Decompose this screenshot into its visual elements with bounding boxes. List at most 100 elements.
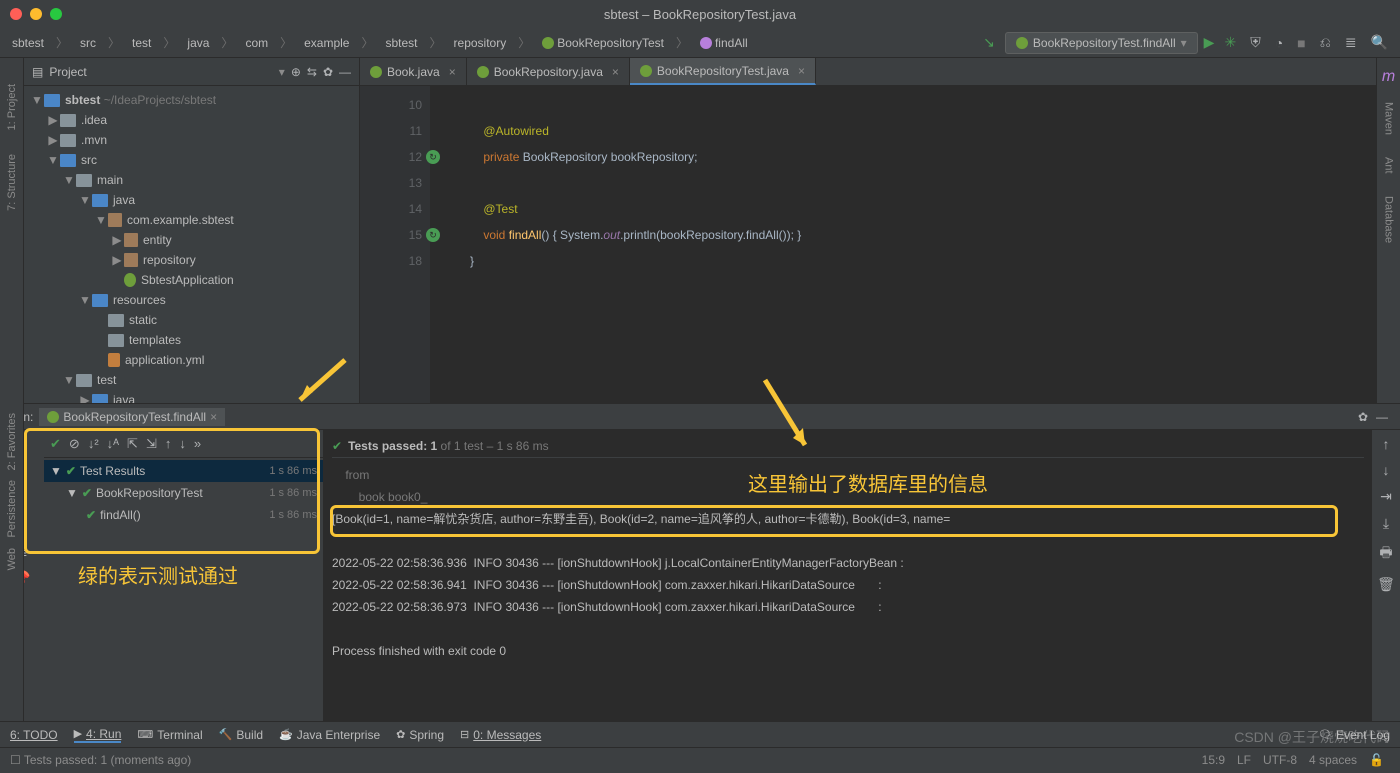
tool-persistence[interactable]: Persistence <box>6 480 18 537</box>
print-icon[interactable]: 🖶 <box>1379 542 1392 566</box>
tool-jee[interactable]: ☕ Java Enterprise <box>279 728 380 742</box>
tool-maven[interactable]: Maven <box>1381 96 1397 141</box>
test-tree-pane: ✔ ⊘ ↓² ↓ᴬ ⇱ ⇲ ↑ ↓ » ▼ ✔ Test Results1 s … <box>44 430 324 721</box>
gutter-icon[interactable]: ↻ <box>426 150 440 164</box>
tool-build[interactable]: 🔨 Build <box>219 728 263 742</box>
status-message: Tests passed: 1 (moments ago) <box>24 753 191 767</box>
tool-todo[interactable]: 6: TODO <box>10 728 58 742</box>
locate-icon[interactable]: ⊕ <box>291 65 301 79</box>
left-tool-strip: 1: Project 7: Structure <box>0 58 24 403</box>
show-passed-icon[interactable]: ✔ <box>50 436 61 452</box>
expand-icon[interactable]: ⇱ <box>127 436 138 452</box>
event-log[interactable]: 🗨 Event Log <box>1318 728 1390 742</box>
tab-bookrepository[interactable]: BookRepository.java× <box>467 58 630 85</box>
run-header: Run: BookRepositoryTest.findAll× ✿ — <box>0 404 1400 430</box>
search-button[interactable]: 🔍 <box>1367 32 1392 53</box>
crumb[interactable]: sbtest <box>8 34 48 52</box>
project-tree[interactable]: ▼sbtest ~/IdeaProjects/sbtest ▶.idea ▶.m… <box>24 86 359 403</box>
breadcrumb[interactable]: sbtest〉 src〉 test〉 java〉 com〉 example〉 s… <box>8 32 752 53</box>
prev-icon[interactable]: ↑ <box>165 436 172 451</box>
scroll-end-icon[interactable]: ⤓ <box>1383 515 1389 532</box>
run-button[interactable]: ▶ <box>1204 34 1215 51</box>
tool-messages[interactable]: ⊟ 0: Messages <box>460 728 541 742</box>
titlebar: sbtest – BookRepositoryTest.java <box>0 0 1400 28</box>
vcs-button[interactable]: ⎌ <box>1316 32 1335 53</box>
left-lower-strip: 2: Favorites Persistence Web <box>0 403 24 721</box>
right-tool-strip: m Maven Ant Database <box>1376 58 1400 403</box>
tab-bookrepositorytest[interactable]: BookRepositoryTest.java× <box>630 58 816 85</box>
profile-button[interactable]: ◔ <box>1271 33 1287 53</box>
wrap-icon[interactable]: ⇥ <box>1380 488 1392 505</box>
crumb[interactable]: example <box>300 34 353 52</box>
test-class[interactable]: ▼ ✔ BookRepositoryTest1 s 86 ms <box>44 482 323 504</box>
tool-structure[interactable]: 7: Structure <box>4 148 20 217</box>
test-results-root[interactable]: ▼ ✔ Test Results1 s 86 ms <box>44 460 323 482</box>
tool-database[interactable]: Database <box>1381 190 1397 249</box>
tool-web[interactable]: Web <box>6 548 18 570</box>
sort-icon[interactable]: ↓² <box>88 436 99 451</box>
tab-book[interactable]: Book.java× <box>360 58 467 85</box>
next-icon[interactable]: ↓ <box>179 436 186 451</box>
sort-icon[interactable]: ↓ᴬ <box>107 436 119 451</box>
crumb[interactable]: sbtest <box>382 34 422 52</box>
clear-icon[interactable]: 🗑 <box>1377 576 1395 593</box>
close-window[interactable] <box>10 8 22 20</box>
tool-project[interactable]: 1: Project <box>4 78 20 136</box>
hide-icon[interactable]: — <box>1372 410 1392 424</box>
tool-ant[interactable]: Ant <box>1381 151 1397 180</box>
maximize-window[interactable] <box>50 8 62 20</box>
up-icon[interactable]: ↑ <box>1383 436 1390 452</box>
line-sep[interactable]: LF <box>1231 753 1257 767</box>
close-icon[interactable]: × <box>210 410 217 424</box>
crumb[interactable]: src <box>76 34 100 52</box>
console-pane: ✔Tests passed: 1 of 1 test – 1 s 86 ms f… <box>324 430 1400 721</box>
crumb-method[interactable]: findAll <box>696 34 752 52</box>
crumb[interactable]: com <box>241 34 272 52</box>
down-icon[interactable]: ↓ <box>1383 462 1390 478</box>
crumb[interactable]: java <box>183 34 213 52</box>
editor-tabs: Book.java× BookRepository.java× BookRepo… <box>360 58 1400 86</box>
more-icon[interactable]: » <box>194 436 201 451</box>
test-tree[interactable]: ▼ ✔ Test Results1 s 86 ms ▼ ✔ BookReposi… <box>44 458 323 721</box>
tool-run[interactable]: ▶ 4: Run <box>74 727 122 743</box>
stop-button[interactable]: ■ <box>1293 33 1309 53</box>
coverage-button[interactable]: ⛨ <box>1246 32 1265 53</box>
code-body[interactable]: @Autowired private BookRepository bookRe… <box>430 86 1400 403</box>
navbar: sbtest〉 src〉 test〉 java〉 com〉 example〉 s… <box>0 28 1400 58</box>
debug-button[interactable]: ✳ <box>1220 32 1240 53</box>
close-icon[interactable]: × <box>798 64 805 78</box>
settings-icon[interactable]: ✿ <box>323 65 333 79</box>
code-area[interactable]: 10 11 12↻ 13 14 15↻ 18 @Autowired privat… <box>360 86 1400 403</box>
window-controls <box>10 8 62 20</box>
structure-button[interactable]: ≣ <box>1341 32 1361 53</box>
close-icon[interactable]: × <box>449 65 456 79</box>
crumb-class[interactable]: BookRepositoryTest <box>538 34 668 52</box>
encoding[interactable]: UTF-8 <box>1257 753 1303 767</box>
tool-spring[interactable]: ✿ Spring <box>396 728 444 742</box>
tool-terminal[interactable]: ⌨ Terminal <box>137 728 202 742</box>
collapse-icon[interactable]: ⇲ <box>146 436 157 452</box>
run-tab[interactable]: BookRepositoryTest.findAll× <box>39 408 225 426</box>
run-controls: ↘ BookRepositoryTest.findAll ▾ ▶ ✳ ⛨ ◔ ■… <box>979 32 1392 54</box>
minimize-window[interactable] <box>30 8 42 20</box>
back-icon[interactable]: ↘ <box>979 32 999 53</box>
gear-icon[interactable]: ✿ <box>1354 410 1372 424</box>
close-icon[interactable]: × <box>612 65 619 79</box>
expand-icon[interactable]: ⇆ <box>307 65 317 79</box>
show-ignored-icon[interactable]: ⊘ <box>69 436 80 452</box>
maven-icon[interactable]: m <box>1382 68 1395 86</box>
run-gutter-icon[interactable]: ↻ <box>426 228 440 242</box>
crumb[interactable]: repository <box>450 34 511 52</box>
indent[interactable]: 4 spaces <box>1303 753 1363 767</box>
crumb[interactable]: test <box>128 34 155 52</box>
test-status: ✔Tests passed: 1 of 1 test – 1 s 86 ms <box>332 434 1364 458</box>
tool-favorites[interactable]: 2: Favorites <box>6 413 18 470</box>
caret-pos[interactable]: 15:9 <box>1196 753 1231 767</box>
test-method[interactable]: ✔ findAll()1 s 86 ms <box>44 504 323 526</box>
console[interactable]: ✔Tests passed: 1 of 1 test – 1 s 86 ms f… <box>324 430 1372 721</box>
run-config-select[interactable]: BookRepositoryTest.findAll ▾ <box>1005 32 1198 54</box>
project-pane: ▤ Project ▾ ⊕ ⇆ ✿ — ▼sbtest ~/IdeaProjec… <box>24 58 360 403</box>
project-icon: ▤ <box>32 65 43 79</box>
lock-icon[interactable]: 🔓 <box>1363 753 1390 767</box>
hide-icon[interactable]: — <box>339 65 351 79</box>
